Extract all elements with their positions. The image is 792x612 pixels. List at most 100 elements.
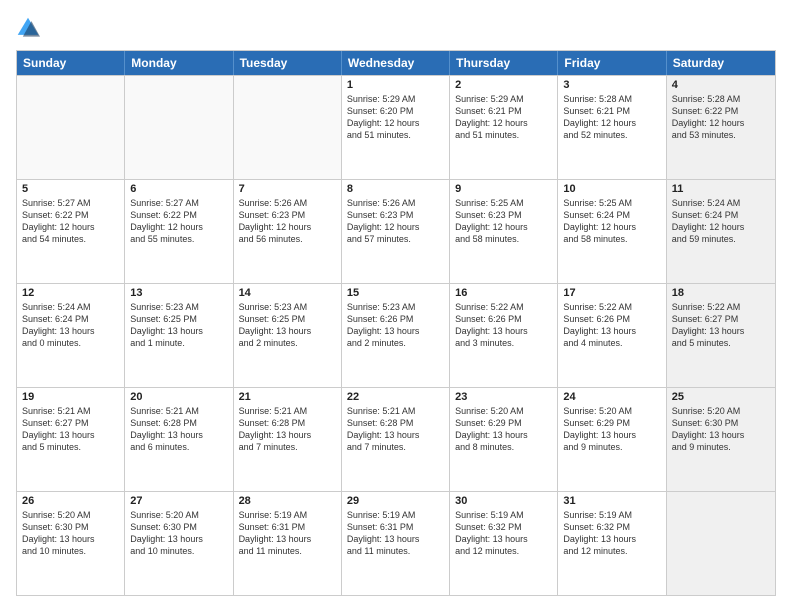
day-header-wednesday: Wednesday: [342, 51, 450, 75]
calendar-cell: 3 Sunrise: 5:28 AM Sunset: 6:21 PM Daylig…: [558, 76, 666, 179]
day-number: 16: [455, 287, 552, 299]
calendar-cell: 1 Sunrise: 5:29 AM Sunset: 6:20 PM Daylig…: [342, 76, 450, 179]
logo-icon: [16, 16, 40, 40]
calendar-cell: 4Sunrise: 5:28 AM Sunset: 6:22 PM Daylig…: [667, 76, 775, 179]
cell-info: Sunrise: 5:19 AM Sunset: 6:31 PM Dayligh…: [239, 509, 336, 558]
calendar-row-3: 12Sunrise: 5:24 AM Sunset: 6:24 PM Dayli…: [17, 283, 775, 387]
cell-info: Sunrise: 5:22 AM Sunset: 6:26 PM Dayligh…: [455, 301, 552, 350]
calendar-cell: 9 Sunrise: 5:25 AM Sunset: 6:23 PM Daylig…: [450, 180, 558, 283]
calendar-cell: 2 Sunrise: 5:29 AM Sunset: 6:21 PM Daylig…: [450, 76, 558, 179]
calendar-row-4: 19 Sunrise: 5:21 AM Sunset: 6:27 PM Dayli…: [17, 387, 775, 491]
calendar-cell: 18Sunrise: 5:22 AM Sunset: 6:27 PM Dayli…: [667, 284, 775, 387]
calendar-cell: 20 Sunrise: 5:21 AM Sunset: 6:28 PM Dayli…: [125, 388, 233, 491]
calendar-cell: 13Sunrise: 5:23 AM Sunset: 6:25 PM Dayli…: [125, 284, 233, 387]
calendar-cell: 26Sunrise: 5:20 AM Sunset: 6:30 PM Dayli…: [17, 492, 125, 595]
calendar-cell: 31 Sunrise: 5:19 AM Sunset: 6:32 PM Dayli…: [558, 492, 666, 595]
day-header-sunday: Sunday: [17, 51, 125, 75]
day-number: 30: [455, 495, 552, 507]
calendar-cell: 14 Sunrise: 5:23 AM Sunset: 6:25 PM Dayli…: [234, 284, 342, 387]
day-number: 10: [563, 183, 660, 195]
cell-info: Sunrise: 5:22 AM Sunset: 6:26 PM Dayligh…: [563, 301, 660, 350]
cell-info: Sunrise: 5:29 AM Sunset: 6:20 PM Dayligh…: [347, 93, 444, 142]
cell-info: Sunrise: 5:21 AM Sunset: 6:28 PM Dayligh…: [347, 405, 444, 454]
day-number: 2: [455, 79, 552, 91]
cell-info: Sunrise: 5:20 AM Sunset: 6:29 PM Dayligh…: [455, 405, 552, 454]
day-number: 18: [672, 287, 770, 299]
day-number: 29: [347, 495, 444, 507]
cell-info: Sunrise: 5:28 AM Sunset: 6:21 PM Dayligh…: [563, 93, 660, 142]
day-number: 31: [563, 495, 660, 507]
cell-info: Sunrise: 5:21 AM Sunset: 6:27 PM Dayligh…: [22, 405, 119, 454]
calendar-cell: 21Sunrise: 5:21 AM Sunset: 6:28 PM Dayli…: [234, 388, 342, 491]
calendar-row-2: 5Sunrise: 5:27 AM Sunset: 6:22 PM Daylig…: [17, 179, 775, 283]
cell-info: Sunrise: 5:24 AM Sunset: 6:24 PM Dayligh…: [22, 301, 119, 350]
calendar-header: SundayMondayTuesdayWednesdayThursdayFrid…: [17, 51, 775, 75]
page: SundayMondayTuesdayWednesdayThursdayFrid…: [0, 0, 792, 612]
day-number: 15: [347, 287, 444, 299]
day-number: 14: [239, 287, 336, 299]
day-number: 19: [22, 391, 119, 403]
day-number: 26: [22, 495, 119, 507]
day-number: 20: [130, 391, 227, 403]
day-header-friday: Friday: [558, 51, 666, 75]
day-number: 25: [672, 391, 770, 403]
calendar-cell: 24 Sunrise: 5:20 AM Sunset: 6:29 PM Dayli…: [558, 388, 666, 491]
day-number: 24: [563, 391, 660, 403]
cell-info: Sunrise: 5:29 AM Sunset: 6:21 PM Dayligh…: [455, 93, 552, 142]
cell-info: Sunrise: 5:21 AM Sunset: 6:28 PM Dayligh…: [130, 405, 227, 454]
day-number: 7: [239, 183, 336, 195]
day-number: 23: [455, 391, 552, 403]
cell-info: Sunrise: 5:26 AM Sunset: 6:23 PM Dayligh…: [239, 197, 336, 246]
cell-info: Sunrise: 5:19 AM Sunset: 6:32 PM Dayligh…: [563, 509, 660, 558]
cell-info: Sunrise: 5:20 AM Sunset: 6:30 PM Dayligh…: [672, 405, 770, 454]
cell-info: Sunrise: 5:20 AM Sunset: 6:29 PM Dayligh…: [563, 405, 660, 454]
day-number: 28: [239, 495, 336, 507]
calendar-cell: 28 Sunrise: 5:19 AM Sunset: 6:31 PM Dayli…: [234, 492, 342, 595]
cell-info: Sunrise: 5:25 AM Sunset: 6:24 PM Dayligh…: [563, 197, 660, 246]
day-number: 1: [347, 79, 444, 91]
calendar-cell: [125, 76, 233, 179]
day-header-saturday: Saturday: [667, 51, 775, 75]
day-number: 6: [130, 183, 227, 195]
day-number: 21: [239, 391, 336, 403]
calendar-cell: [667, 492, 775, 595]
calendar-cell: 30 Sunrise: 5:19 AM Sunset: 6:32 PM Dayli…: [450, 492, 558, 595]
calendar: SundayMondayTuesdayWednesdayThursdayFrid…: [16, 50, 776, 596]
calendar-cell: 11 Sunrise: 5:24 AM Sunset: 6:24 PM Dayli…: [667, 180, 775, 283]
calendar-cell: 15 Sunrise: 5:23 AM Sunset: 6:26 PM Dayli…: [342, 284, 450, 387]
cell-info: Sunrise: 5:19 AM Sunset: 6:32 PM Dayligh…: [455, 509, 552, 558]
calendar-cell: 5Sunrise: 5:27 AM Sunset: 6:22 PM Daylig…: [17, 180, 125, 283]
calendar-cell: 16 Sunrise: 5:22 AM Sunset: 6:26 PM Dayli…: [450, 284, 558, 387]
calendar-row-1: 1 Sunrise: 5:29 AM Sunset: 6:20 PM Daylig…: [17, 75, 775, 179]
day-number: 3: [563, 79, 660, 91]
calendar-cell: 17 Sunrise: 5:22 AM Sunset: 6:26 PM Dayli…: [558, 284, 666, 387]
calendar-cell: [234, 76, 342, 179]
calendar-cell: 12Sunrise: 5:24 AM Sunset: 6:24 PM Dayli…: [17, 284, 125, 387]
day-header-monday: Monday: [125, 51, 233, 75]
cell-info: Sunrise: 5:27 AM Sunset: 6:22 PM Dayligh…: [130, 197, 227, 246]
calendar-cell: 8 Sunrise: 5:26 AM Sunset: 6:23 PM Daylig…: [342, 180, 450, 283]
calendar-row-5: 26Sunrise: 5:20 AM Sunset: 6:30 PM Dayli…: [17, 491, 775, 595]
cell-info: Sunrise: 5:26 AM Sunset: 6:23 PM Dayligh…: [347, 197, 444, 246]
logo: [16, 16, 44, 40]
day-number: 11: [672, 183, 770, 195]
day-number: 13: [130, 287, 227, 299]
calendar-cell: 19 Sunrise: 5:21 AM Sunset: 6:27 PM Dayli…: [17, 388, 125, 491]
cell-info: Sunrise: 5:23 AM Sunset: 6:26 PM Dayligh…: [347, 301, 444, 350]
cell-info: Sunrise: 5:25 AM Sunset: 6:23 PM Dayligh…: [455, 197, 552, 246]
day-number: 9: [455, 183, 552, 195]
calendar-cell: 22Sunrise: 5:21 AM Sunset: 6:28 PM Dayli…: [342, 388, 450, 491]
calendar-cell: 23 Sunrise: 5:20 AM Sunset: 6:29 PM Dayli…: [450, 388, 558, 491]
day-number: 4: [672, 79, 770, 91]
calendar-body: 1 Sunrise: 5:29 AM Sunset: 6:20 PM Daylig…: [17, 75, 775, 595]
day-header-thursday: Thursday: [450, 51, 558, 75]
calendar-cell: 29 Sunrise: 5:19 AM Sunset: 6:31 PM Dayli…: [342, 492, 450, 595]
day-number: 17: [563, 287, 660, 299]
cell-info: Sunrise: 5:24 AM Sunset: 6:24 PM Dayligh…: [672, 197, 770, 246]
cell-info: Sunrise: 5:23 AM Sunset: 6:25 PM Dayligh…: [239, 301, 336, 350]
cell-info: Sunrise: 5:19 AM Sunset: 6:31 PM Dayligh…: [347, 509, 444, 558]
calendar-cell: 6 Sunrise: 5:27 AM Sunset: 6:22 PM Daylig…: [125, 180, 233, 283]
calendar-cell: 10 Sunrise: 5:25 AM Sunset: 6:24 PM Dayli…: [558, 180, 666, 283]
calendar-cell: 27Sunrise: 5:20 AM Sunset: 6:30 PM Dayli…: [125, 492, 233, 595]
day-number: 8: [347, 183, 444, 195]
